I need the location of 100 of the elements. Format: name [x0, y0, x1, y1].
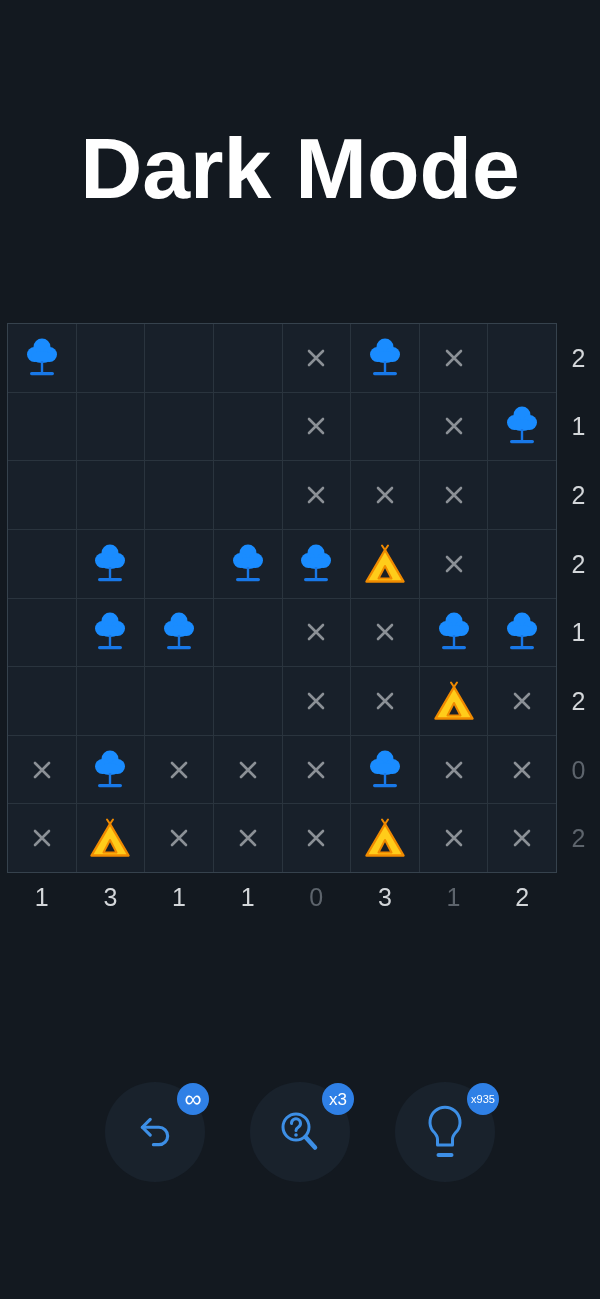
grid-cell[interactable]	[145, 324, 213, 392]
count-badge: ∞	[177, 1083, 209, 1115]
grid-cell[interactable]	[488, 324, 556, 392]
grid-cell[interactable]	[145, 735, 213, 804]
grid-cell[interactable]	[282, 324, 351, 392]
grid-cell[interactable]	[488, 461, 556, 529]
grid-cell[interactable]	[419, 735, 488, 804]
grid-cell[interactable]	[488, 598, 556, 667]
cross-icon	[444, 554, 463, 573]
grid-cell[interactable]	[488, 529, 556, 598]
grid-cell[interactable]	[8, 392, 76, 461]
column-clue: 0	[309, 883, 324, 911]
cross-icon	[444, 829, 463, 848]
column-clue: 1	[240, 883, 255, 911]
cross-icon	[513, 829, 532, 848]
cross-icon	[238, 760, 257, 779]
grid-cell[interactable]	[282, 392, 351, 461]
cross-icon	[307, 760, 326, 779]
grid-cell[interactable]	[8, 461, 76, 529]
cross-icon	[170, 760, 189, 779]
cross-icon	[513, 691, 532, 710]
grid-cell[interactable]	[282, 667, 351, 735]
tree-icon	[368, 337, 401, 378]
row-clue: 1	[571, 618, 586, 647]
grid-cell[interactable]	[282, 804, 351, 872]
grid-cell[interactable]	[282, 529, 351, 598]
grid-cell[interactable]	[488, 667, 556, 735]
grid-cell[interactable]	[419, 324, 488, 392]
cross-icon	[32, 760, 51, 779]
grid-cell[interactable]	[76, 529, 145, 598]
page-title: Dark Mode	[80, 119, 520, 218]
grid-cell[interactable]	[351, 735, 419, 804]
grid-cell[interactable]	[8, 735, 76, 804]
grid-cell[interactable]	[213, 324, 282, 392]
grid-cell[interactable]	[213, 735, 282, 804]
tree-icon	[94, 543, 127, 584]
grid-cell[interactable]	[76, 735, 145, 804]
grid-cell[interactable]	[351, 461, 419, 529]
tent-icon	[89, 818, 132, 859]
question-magnifier-icon	[280, 1111, 320, 1153]
cross-icon	[307, 486, 326, 505]
count-badge: x3	[322, 1083, 354, 1115]
cross-icon	[444, 348, 463, 367]
cross-icon	[307, 829, 326, 848]
column-clue: 3	[103, 883, 118, 911]
grid-cell[interactable]	[8, 667, 76, 735]
grid-cell[interactable]	[419, 461, 488, 529]
grid-cell[interactable]	[213, 804, 282, 872]
grid-cell[interactable]	[419, 529, 488, 598]
row-clue: 1	[571, 412, 586, 441]
tree-icon	[94, 749, 127, 790]
row-clue: 2	[571, 549, 586, 578]
cross-icon	[307, 417, 326, 436]
grid-cell[interactable]	[145, 804, 213, 872]
column-clue: 2	[515, 883, 530, 911]
grid-cell[interactable]	[351, 804, 419, 872]
tree-icon	[368, 749, 401, 790]
grid-cell[interactable]	[419, 804, 488, 872]
row-clue: 2	[571, 481, 586, 510]
cross-icon	[170, 829, 189, 848]
grid-cell[interactable]	[8, 598, 76, 667]
grid-cell[interactable]	[419, 667, 488, 735]
grid-cell[interactable]	[419, 392, 488, 461]
grid-cell[interactable]	[351, 529, 419, 598]
cross-icon	[513, 760, 532, 779]
grid-cell[interactable]	[488, 392, 556, 461]
grid-cell[interactable]	[419, 598, 488, 667]
cross-icon	[444, 760, 463, 779]
cross-icon	[375, 691, 394, 710]
grid-cell[interactable]	[282, 461, 351, 529]
grid-cell[interactable]	[351, 598, 419, 667]
tent-icon	[432, 680, 475, 721]
cross-icon	[307, 623, 326, 642]
grid-cell[interactable]	[8, 529, 76, 598]
grid-cell[interactable]	[351, 667, 419, 735]
tree-icon	[300, 543, 333, 584]
grid-cell[interactable]	[8, 804, 76, 872]
column-clue: 1	[34, 883, 49, 911]
tent-icon	[363, 543, 406, 584]
tree-icon	[231, 543, 264, 584]
row-clue: 2	[571, 343, 586, 372]
cross-icon	[238, 829, 257, 848]
grid-cell[interactable]	[351, 324, 419, 392]
column-clue: 1	[446, 883, 461, 911]
column-clue: 1	[172, 883, 186, 911]
grid-cell[interactable]	[282, 598, 351, 667]
cross-icon	[307, 691, 326, 710]
grid-cell[interactable]	[76, 324, 145, 392]
grid-cell[interactable]	[76, 804, 145, 872]
cross-icon	[375, 486, 394, 505]
grid-cell[interactable]	[488, 804, 556, 872]
grid-cell[interactable]	[488, 735, 556, 804]
grid-cell[interactable]	[76, 598, 145, 667]
grid-cell[interactable]	[282, 735, 351, 804]
grid-cell[interactable]	[8, 324, 76, 392]
grid-cell[interactable]	[145, 598, 213, 667]
grid-cell[interactable]	[213, 529, 282, 598]
cross-icon	[32, 829, 51, 848]
column-clue: 3	[378, 883, 392, 911]
tent-icon	[363, 818, 406, 859]
